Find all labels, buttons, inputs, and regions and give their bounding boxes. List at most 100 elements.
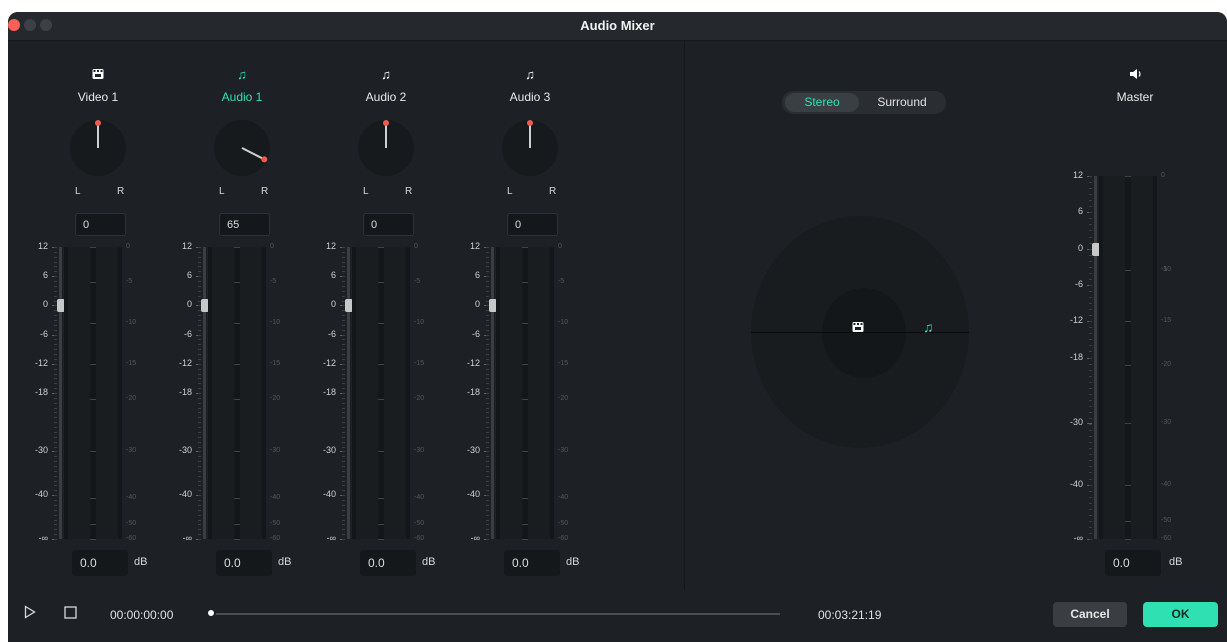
play-icon[interactable] <box>24 605 36 622</box>
meter-scale-label: -60 <box>414 535 425 542</box>
pan-knob[interactable] <box>502 120 558 176</box>
fader-minor-tick <box>54 456 57 458</box>
fader-minor-tick <box>54 529 57 531</box>
fader-scale-label: -30 <box>322 445 336 456</box>
fader-scale-label: -∞ <box>182 533 192 543</box>
level-meter-dash <box>378 363 384 365</box>
level-meter-dash <box>234 451 240 453</box>
level-meter-dash <box>378 282 384 284</box>
ok-button[interactable]: OK <box>1143 602 1218 627</box>
level-meter-dash <box>522 539 528 540</box>
surround-tab[interactable]: Surround <box>862 93 942 112</box>
meter-scale-label: -20 <box>414 394 425 402</box>
fader-scale-label: -6 <box>327 328 336 339</box>
level-meter-dash <box>522 247 528 248</box>
fader-scale-label: 0 <box>42 299 48 310</box>
fader-minor-tick <box>1089 496 1092 498</box>
pan-field-center <box>822 288 906 378</box>
fader-minor-tick <box>486 281 489 283</box>
meter-scale-label: -40 <box>1161 480 1172 488</box>
pan-value-field[interactable]: 0 <box>75 213 126 236</box>
fader-minor-tick <box>198 534 201 536</box>
volume-fader-area: 12 6 0 -6 -12 -18 -30 -40 -∞ 0 -5 -10 -15 -20 -30 -40 -5… <box>172 241 312 543</box>
fader-minor-tick <box>1089 218 1092 220</box>
fader-minor-tick <box>1089 351 1092 353</box>
playback-progress-track[interactable] <box>208 613 780 615</box>
fader-minor-tick <box>1089 387 1092 389</box>
fader-minor-tick <box>198 378 201 380</box>
meter-scale-label: -10 <box>1161 266 1172 274</box>
fader-track[interactable] <box>203 247 206 539</box>
pan-knob[interactable] <box>358 120 414 176</box>
volume-unit: dB <box>566 556 580 568</box>
volume-field[interactable]: 0.0 <box>360 550 416 576</box>
fader-minor-tick <box>54 470 57 472</box>
fader-minor-tick <box>486 504 489 506</box>
volume-field[interactable]: 0.0 <box>72 550 128 576</box>
fader-minor-tick <box>54 354 57 356</box>
fader-track[interactable] <box>491 247 494 539</box>
fader-minor-tick <box>54 441 57 443</box>
fader-minor-tick <box>1089 321 1092 323</box>
video-source-icon[interactable] <box>852 321 864 336</box>
cancel-button[interactable]: Cancel <box>1053 602 1127 627</box>
fader-minor-tick <box>198 475 201 477</box>
fader-minor-tick <box>54 393 57 394</box>
fader-scale-label: 0 <box>330 299 336 310</box>
playback-progress-thumb[interactable] <box>206 608 216 618</box>
fader-track[interactable] <box>59 247 62 539</box>
fader-minor-tick <box>486 485 489 487</box>
channel-strip-audio-3: ♫ Audio 3 L R 0 12 6 0 -6 -12 -18 -30 -40 -∞ 0 -5 -… <box>460 40 600 590</box>
level-meter-dash <box>234 498 240 500</box>
fader-minor-tick <box>342 315 345 317</box>
pan-right-label: R <box>117 186 125 197</box>
title-bar: Audio Mixer <box>8 12 1227 41</box>
level-meter-dash <box>378 524 384 526</box>
fader-minor-tick <box>342 524 345 526</box>
pan-knob[interactable] <box>70 120 126 176</box>
stop-icon[interactable] <box>64 606 77 622</box>
fader-minor-tick <box>486 373 489 375</box>
pan-value-field[interactable]: 0 <box>363 213 414 236</box>
stereo-pan-field[interactable]: ♫ <box>751 216 969 448</box>
fader-minor-tick <box>1089 297 1092 298</box>
fader-minor-tick <box>54 378 57 380</box>
fader-minor-tick <box>486 451 489 453</box>
mode-toggle: Stereo Surround <box>782 91 946 114</box>
level-meter-dash <box>378 322 384 324</box>
pan-value-field[interactable]: 65 <box>219 213 270 236</box>
master-volume-field[interactable]: 0.0 <box>1105 550 1161 576</box>
level-meter-dash <box>378 539 384 540</box>
fader-minor-tick <box>342 324 345 326</box>
level-meter-dash <box>522 322 528 324</box>
fader-scale-label: -18 <box>178 387 192 397</box>
fader-minor-tick <box>486 441 489 443</box>
fader-track[interactable] <box>1094 176 1097 539</box>
fader-minor-tick <box>54 320 57 321</box>
fader-minor-tick <box>486 500 489 502</box>
stereo-tab[interactable]: Stereo <box>785 93 859 112</box>
pan-left-label: L <box>219 186 225 197</box>
fader-minor-tick <box>198 504 201 506</box>
level-meter-bar <box>1131 176 1153 539</box>
volume-field[interactable]: 0.0 <box>504 550 560 576</box>
fader-minor-tick <box>54 388 57 390</box>
audio-source-icon[interactable]: ♫ <box>923 319 934 335</box>
fader-minor-tick <box>198 417 201 419</box>
fader-track[interactable] <box>347 247 350 539</box>
fader-minor-tick <box>54 524 57 526</box>
meter-scale-label: -30 <box>1161 418 1172 426</box>
fader-minor-tick <box>486 315 489 317</box>
fader-minor-tick <box>198 514 201 516</box>
level-meter-dash <box>90 322 96 324</box>
fader-minor-tick <box>342 485 345 487</box>
volume-field[interactable]: 0.0 <box>216 550 272 576</box>
level-meter-dash <box>90 524 96 526</box>
fader-minor-tick <box>198 368 201 370</box>
fader-minor-tick <box>342 539 345 540</box>
fader-minor-tick <box>198 480 201 482</box>
fader-minor-tick <box>486 475 489 477</box>
meter-scale-label: -10 <box>126 318 137 326</box>
pan-knob[interactable] <box>214 120 270 176</box>
pan-value-field[interactable]: 0 <box>507 213 558 236</box>
